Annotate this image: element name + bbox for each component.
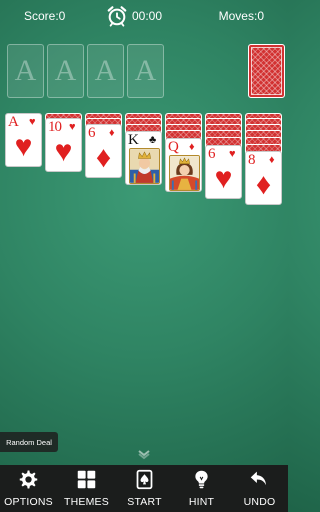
king-portrait-icon bbox=[129, 148, 160, 184]
tableau-card-6-hearts[interactable]: 6 ♥ ♥ bbox=[205, 145, 242, 199]
foundation-label: A bbox=[94, 54, 117, 87]
card-rank: Q bbox=[168, 139, 179, 155]
tableau-card-8-diamonds[interactable]: 8 ♦ ♦ bbox=[245, 151, 282, 205]
card-rank: 6 bbox=[208, 146, 216, 162]
diamond-icon: ♦ bbox=[189, 141, 195, 153]
foundation-pile-3[interactable]: A bbox=[87, 44, 124, 98]
card-rank: 8 bbox=[248, 152, 256, 168]
themes-button[interactable]: THEMES bbox=[58, 465, 115, 512]
club-icon: ♣ bbox=[149, 134, 157, 146]
themes-label: THEMES bbox=[64, 496, 109, 508]
queen-portrait-icon bbox=[169, 155, 200, 191]
themes-grid-icon bbox=[77, 470, 96, 489]
tableau-card-king-clubs[interactable]: K ♣ bbox=[125, 131, 162, 185]
options-button[interactable]: OPTIONS bbox=[0, 465, 57, 512]
start-button[interactable]: START bbox=[116, 465, 173, 512]
diamond-icon: ♦ bbox=[109, 127, 115, 139]
status-bar: Score:0 00:00 Moves:0 bbox=[0, 0, 288, 32]
card-rank: 6 bbox=[88, 125, 96, 141]
foundation-label: A bbox=[54, 54, 77, 87]
chevron-down-icon[interactable] bbox=[136, 448, 152, 460]
heart-icon: ♥ bbox=[69, 121, 76, 133]
tableau-card-10-hearts[interactable]: 10 ♥ ♥ bbox=[45, 118, 82, 172]
moves-label: Moves:0 bbox=[218, 9, 264, 23]
foundation-pile-1[interactable]: A bbox=[7, 44, 44, 98]
random-deal-label: Random Deal bbox=[0, 432, 58, 452]
cards-spade-icon bbox=[136, 469, 153, 490]
heart-icon: ♥ bbox=[214, 162, 233, 195]
alarm-clock-icon bbox=[107, 6, 127, 27]
hint-button[interactable]: HINT bbox=[173, 465, 230, 512]
foundation-label: A bbox=[134, 54, 157, 87]
card-rank: A bbox=[8, 114, 19, 130]
tableau-card-6-diamonds[interactable]: 6 ♦ ♦ bbox=[85, 124, 122, 178]
card-rank: 10 bbox=[48, 119, 62, 135]
start-label: START bbox=[127, 496, 162, 508]
diamond-icon: ♦ bbox=[255, 168, 272, 201]
foundation-pile-4[interactable]: A bbox=[127, 44, 164, 98]
heart-icon: ♥ bbox=[14, 130, 33, 163]
options-label: OPTIONS bbox=[4, 496, 53, 508]
score-label: Score:0 bbox=[24, 9, 66, 23]
timer-label: 00:00 bbox=[132, 9, 163, 23]
diamond-icon: ♦ bbox=[95, 141, 112, 174]
undo-button[interactable]: UNDO bbox=[231, 465, 288, 512]
undo-label: UNDO bbox=[243, 496, 276, 508]
tableau-card-queen-diamonds[interactable]: Q ♦ bbox=[165, 138, 202, 192]
bottom-toolbar: OPTIONS THEMES START HINT UNDO bbox=[0, 465, 288, 512]
card-rank: K bbox=[128, 132, 139, 148]
undo-arrow-icon bbox=[250, 471, 267, 486]
heart-icon: ♥ bbox=[229, 148, 236, 160]
stock-pile[interactable] bbox=[248, 44, 285, 98]
foundation-label: A bbox=[14, 54, 37, 87]
heart-icon: ♥ bbox=[54, 135, 73, 168]
tableau-card-ace-hearts[interactable]: A ♥ ♥ bbox=[5, 113, 42, 167]
gear-icon bbox=[19, 470, 38, 489]
foundation-pile-2[interactable]: A bbox=[47, 44, 84, 98]
hint-label: HINT bbox=[188, 496, 215, 508]
lightbulb-icon bbox=[195, 470, 208, 489]
heart-icon: ♥ bbox=[29, 116, 36, 128]
diamond-icon: ♦ bbox=[269, 154, 275, 166]
